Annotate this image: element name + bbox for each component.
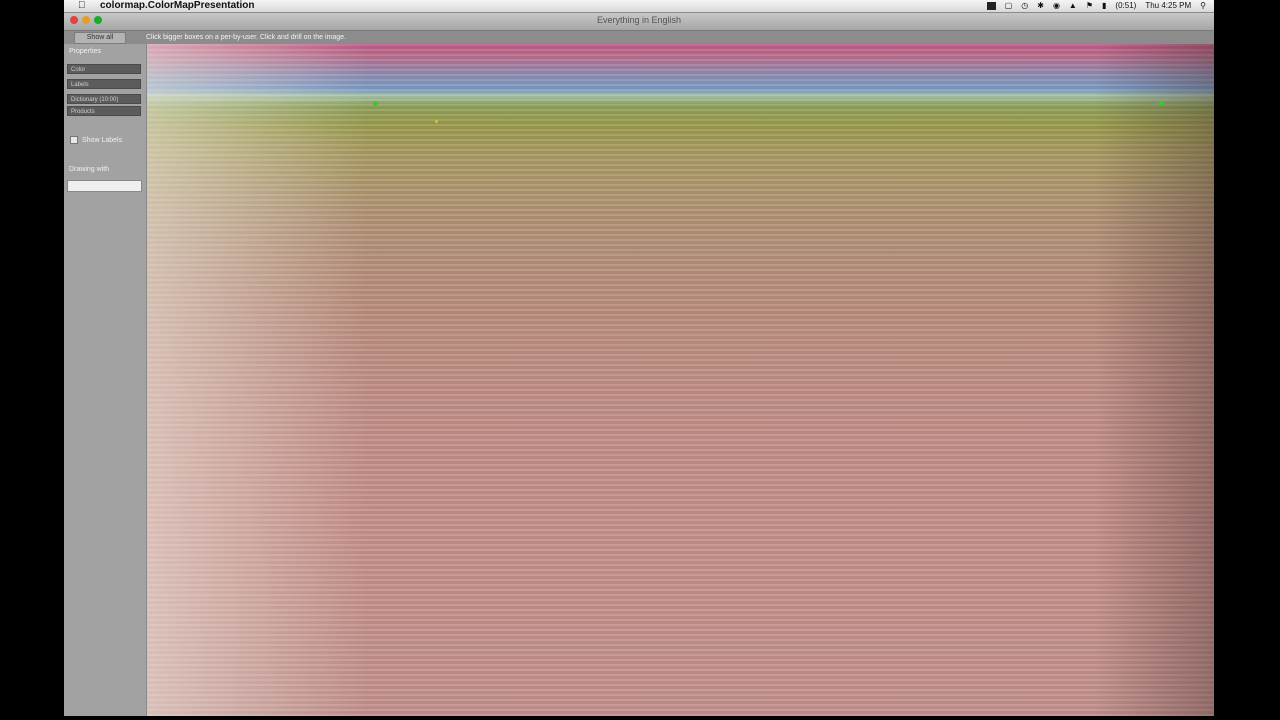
window-title: Everything in English [596,15,682,25]
color-selector[interactable]: Color [67,64,141,74]
apple-menu-icon[interactable]:  [78,0,86,12]
marker-dot[interactable] [373,101,378,106]
spotlight-search-icon[interactable]: ⚲ [1200,0,1206,12]
screen:  colormap.ColorMapPresentation ▢ ◷ ✱ ◉ … [64,0,1214,716]
battery-status: (0:51) [1115,1,1137,10]
instructions-text: Click bigger boxes on a per-by-user. Cli… [146,34,346,41]
marker-dot[interactable] [435,120,438,123]
app-menu-name[interactable]: colormap.ColorMapPresentation [100,0,254,12]
screen-mirror-icon[interactable]: ▢ [1005,0,1013,12]
search-label: Drawing with [69,166,110,173]
flag-icon[interactable]: ⚑ [1086,0,1093,12]
menu-extras: ▢ ◷ ✱ ◉ ▲ ⚑ ▮ (0:51) Thu 4:25 PM ⚲ [986,0,1206,12]
volume-icon[interactable]: ▲ [1069,0,1077,12]
show-labels-label: Show Labels [82,136,123,144]
toolbar: Show all Click bigger boxes on a per-by-… [64,31,1214,44]
time-machine-icon[interactable]: ◷ [1021,0,1028,12]
dictionary-selector[interactable]: Dictionary (10:00) [67,94,141,104]
products-selector[interactable]: Products [67,106,141,116]
sidebar: Properties Color Labels Dictionary (10:0… [64,44,147,716]
battery-icon[interactable]: ▮ [1102,0,1106,12]
show-labels-row: Show Labels [70,136,122,144]
notification-icon[interactable] [986,2,996,10]
marker-dot[interactable] [1159,101,1164,106]
window-title-bar: Everything in English [64,13,1214,31]
labels-selector[interactable]: Labels [67,79,141,89]
color-map-right-shade [1094,44,1214,716]
show-labels-checkbox[interactable] [70,136,78,144]
clock[interactable]: Thu 4:25 PM [1145,0,1191,12]
wifi-icon[interactable]: ◉ [1053,0,1060,12]
bluetooth-icon[interactable]: ✱ [1037,0,1044,12]
search-input[interactable] [67,180,142,192]
menu-bar:  colormap.ColorMapPresentation ▢ ◷ ✱ ◉ … [64,0,1214,13]
sidebar-heading: Properties [69,48,101,55]
show-all-button[interactable]: Show all [74,32,126,44]
color-map-left-highlight [147,44,367,716]
color-map-canvas[interactable] [147,44,1214,716]
